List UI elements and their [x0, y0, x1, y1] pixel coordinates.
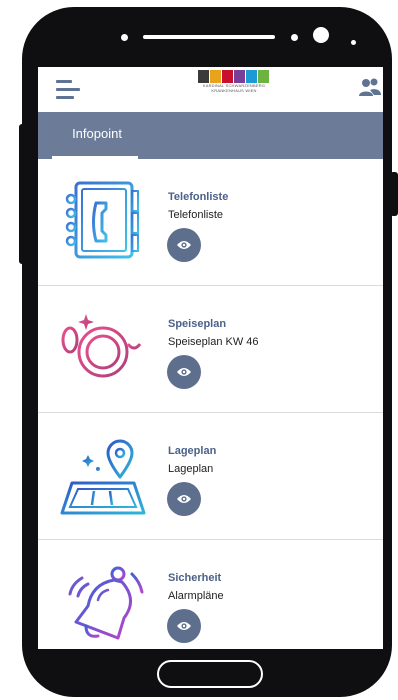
item-subtitle: Alarmpläne — [168, 590, 224, 602]
item-subtitle: Lageplan — [168, 463, 214, 475]
menu-icon[interactable] — [56, 80, 80, 100]
tab-bar: Infopoint — [38, 112, 383, 159]
map-pin-icon — [60, 439, 146, 515]
sensor-dot — [121, 34, 128, 41]
home-button[interactable] — [157, 660, 263, 688]
eye-icon — [177, 495, 191, 503]
eye-icon — [177, 622, 191, 630]
front-camera — [313, 27, 329, 43]
view-button[interactable] — [167, 355, 201, 389]
app-screen: KARDINAL SCHWARZENBERG KRANKENHAUS WIEN … — [38, 67, 383, 649]
speaker-grille — [143, 35, 275, 39]
list-item-sicherheit[interactable]: Sicherheit Alarmpläne — [38, 540, 383, 649]
alarm-bell-icon — [68, 566, 144, 640]
sensor-dot — [351, 40, 356, 45]
users-icon[interactable] — [358, 77, 382, 99]
eye-icon — [177, 368, 191, 376]
logo-text-line2: KRANKENHAUS WIEN — [211, 88, 257, 93]
item-title: Telefonliste — [168, 191, 229, 203]
eye-icon — [177, 241, 191, 249]
plate-cutlery-icon — [61, 314, 142, 386]
app-bar: KARDINAL SCHWARZENBERG KRANKENHAUS WIEN — [38, 67, 383, 112]
item-title: Lageplan — [168, 445, 217, 457]
item-title: Sicherheit — [168, 572, 222, 584]
item-title: Speiseplan — [168, 318, 227, 330]
view-button[interactable] — [167, 228, 201, 262]
phonebook-icon — [65, 181, 139, 259]
sensor-dot — [291, 34, 298, 41]
list-item-telefonliste[interactable]: Telefonliste Telefonliste — [38, 159, 383, 286]
view-button[interactable] — [167, 609, 201, 643]
view-button[interactable] — [167, 482, 201, 516]
item-subtitle: Speiseplan KW 46 — [168, 336, 259, 348]
item-subtitle: Telefonliste — [168, 209, 224, 221]
tab-infopoint[interactable]: Infopoint — [56, 112, 138, 159]
list-item-lageplan[interactable]: Lageplan Lageplan — [38, 413, 383, 540]
list-item-speiseplan[interactable]: Speiseplan Speiseplan KW 46 — [38, 286, 383, 413]
hospital-logo: KARDINAL SCHWARZENBERG KRANKENHAUS WIEN — [198, 70, 270, 96]
